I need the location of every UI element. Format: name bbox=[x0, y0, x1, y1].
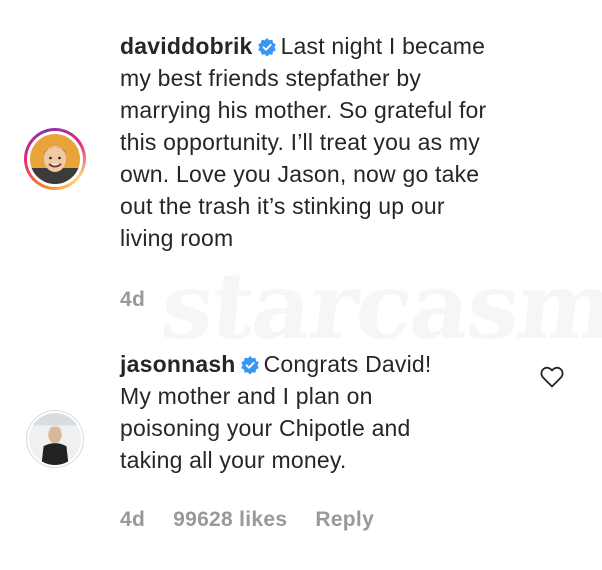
comment-time[interactable]: 4d bbox=[120, 508, 145, 531]
comment-text: My mother and I plan on bbox=[120, 383, 373, 409]
likes-count[interactable]: 99628 likes bbox=[173, 508, 287, 531]
comment-text: taking all your money. bbox=[120, 447, 347, 473]
verified-badge-icon bbox=[257, 38, 276, 57]
comment-text: living room bbox=[120, 225, 234, 251]
avatar-image bbox=[30, 134, 80, 184]
comment-body: daviddobrik Last night I became my best f… bbox=[120, 30, 560, 254]
comment-body: jasonnash Congrats David! My mother and I… bbox=[120, 348, 560, 476]
avatar-image bbox=[29, 413, 81, 465]
comment-text: my best friends stepfather by bbox=[120, 65, 422, 91]
comment-text: own. Love you Jason, now go take bbox=[120, 161, 480, 187]
comment-meta: 4d bbox=[120, 288, 173, 312]
comment-text: marrying his mother. So grateful for bbox=[120, 97, 487, 123]
reply-button[interactable]: Reply bbox=[315, 508, 374, 531]
comment-text: this opportunity. I’ll treat you as my bbox=[120, 129, 480, 155]
watermark: starcasm bbox=[156, 252, 602, 360]
username[interactable]: jasonnash bbox=[120, 351, 236, 377]
avatar[interactable] bbox=[26, 410, 84, 468]
comment-text: Last night I became bbox=[280, 33, 486, 59]
comment-time[interactable]: 4d bbox=[120, 288, 145, 311]
comment-text: poisoning your Chipotle and bbox=[120, 415, 411, 441]
comment-text: out the trash it’s stinking up our bbox=[120, 193, 445, 219]
comment-meta: 4d 99628 likes Reply bbox=[120, 508, 402, 532]
avatar[interactable] bbox=[24, 128, 86, 190]
comment-text: Congrats David! bbox=[263, 351, 432, 377]
heart-outline-icon[interactable] bbox=[540, 366, 564, 388]
username[interactable]: daviddobrik bbox=[120, 33, 253, 59]
verified-badge-icon bbox=[240, 356, 259, 375]
